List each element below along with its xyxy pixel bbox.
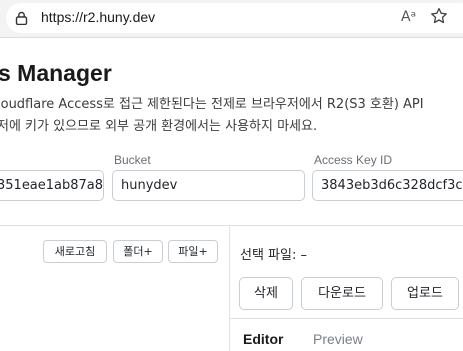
- access-key-id-label: Access Key ID: [314, 153, 393, 167]
- bucket-label: Bucket: [114, 153, 151, 167]
- add-file-button[interactable]: 파일+: [168, 240, 218, 263]
- star-icon[interactable]: [430, 7, 448, 30]
- panel-divider: [229, 226, 230, 351]
- access-key-id-input[interactable]: 3843eb3d6c328dcf3ce: [312, 170, 463, 201]
- page-description-line-1: loudflare Access로 접근 제한된다는 전제로 브라우저에서 R2…: [0, 97, 424, 112]
- toolbar-divider: [0, 37, 463, 38]
- refresh-button[interactable]: 새로고침: [43, 240, 107, 263]
- tab-preview[interactable]: Preview: [313, 331, 363, 347]
- delete-button[interactable]: 삭제: [239, 277, 293, 310]
- selected-file-info: 선택 파일: –: [240, 244, 307, 263]
- page-description-line-2: 저에 키가 있으므로 외부 공개 환경에서는 사용하지 마세요.: [0, 119, 318, 134]
- selected-file-value: –: [300, 248, 308, 263]
- selected-file-label: 선택 파일:: [240, 248, 297, 263]
- url-text[interactable]: https://r2.huny.dev: [41, 9, 155, 25]
- bucket-input[interactable]: hunydev: [112, 170, 305, 201]
- read-aloud-icon[interactable]: Aᵃ: [401, 9, 416, 25]
- account-id-input[interactable]: 351eae1ab87a8: [0, 170, 104, 201]
- lock-icon[interactable]: [15, 11, 28, 30]
- tabs-divider: [230, 318, 463, 319]
- page-title: s Manager: [0, 60, 112, 86]
- tab-editor[interactable]: Editor: [243, 331, 283, 347]
- upload-button[interactable]: 업로드: [391, 277, 459, 310]
- add-folder-button[interactable]: 폴더+: [113, 240, 163, 263]
- section-divider: [0, 225, 463, 226]
- download-button[interactable]: 다운로드: [301, 277, 383, 310]
